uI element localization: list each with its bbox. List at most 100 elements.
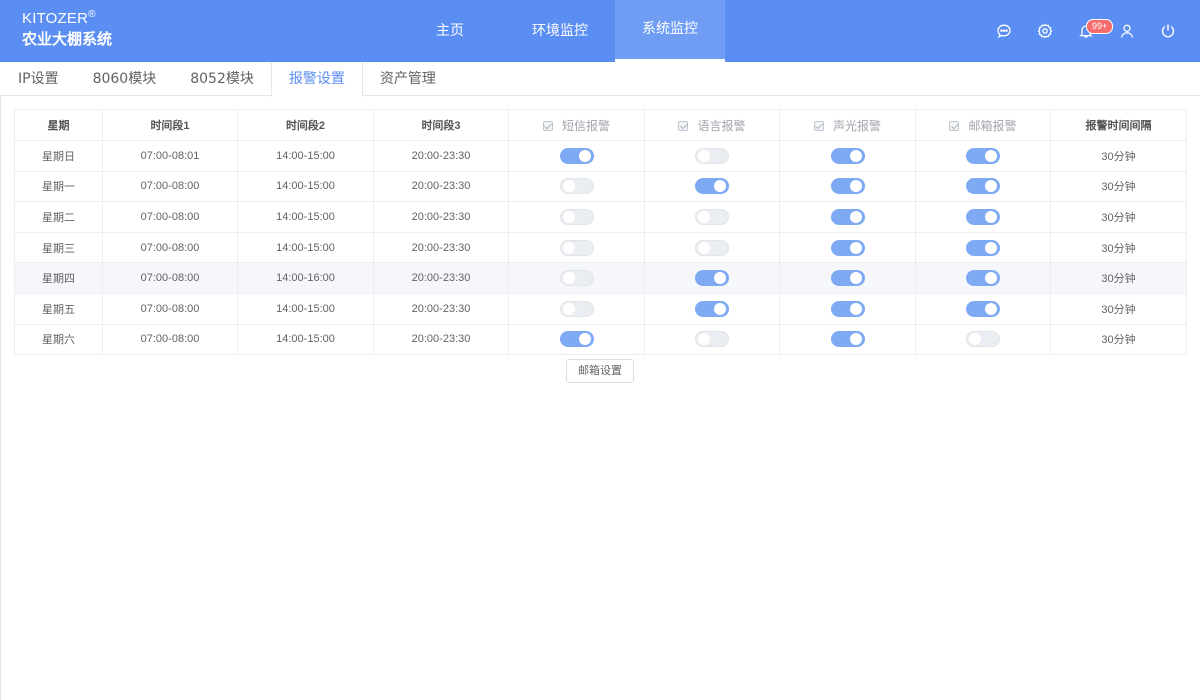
period3-cell: 20:00-23:30: [373, 292, 509, 325]
nav-item-2[interactable]: 系统监控: [615, 0, 725, 62]
day-cell: 星期五: [14, 292, 103, 325]
email-alarm-switch[interactable]: [966, 270, 1000, 287]
subtab-3[interactable]: 报警设置: [270, 62, 363, 97]
alarm-settings-table: 星期 时间段1 时间段2 时间段3 短信报警 语言报警 声光报警 邮箱报警 报警…: [14, 109, 1187, 356]
period1-cell: 07:00-08:00: [102, 292, 238, 325]
light-alarm-switch[interactable]: [830, 239, 865, 256]
checkbox-icon[interactable]: [813, 120, 824, 131]
table-row: 星期二 07:00-08:00 14:00-15:00 20:00-23:30 30分钟: [14, 201, 1187, 233]
period3-cell: 20:00-23:30: [373, 140, 509, 172]
period3-cell: 20:00-23:30: [373, 201, 509, 233]
table-row: 星期四 07:00-08:00 14:00-16:00 20:00-23:30 30分钟: [14, 262, 1187, 294]
content-left-border: [0, 96, 1, 700]
email-alarm-cell: [915, 231, 1051, 264]
subtab-1[interactable]: 8060模块: [76, 62, 174, 96]
voice-alarm-switch[interactable]: [695, 147, 729, 164]
subtab-0[interactable]: IP设置: [0, 62, 76, 96]
light-alarm-switch[interactable]: [830, 208, 865, 225]
sms-alarm-switch[interactable]: [559, 300, 594, 317]
table-row: 星期日 07:00-08:01 14:00-15:00 20:00-23:30 30分钟: [14, 140, 1187, 172]
voice-alarm-cell: [644, 323, 780, 356]
sms-alarm-cell: [508, 170, 645, 203]
header-voice[interactable]: 语言报警: [644, 109, 780, 141]
header-voice-label: 语言报警: [697, 118, 746, 133]
day-cell: 星期六: [14, 323, 103, 356]
sms-alarm-cell: [508, 262, 645, 294]
table-row: 星期一 07:00-08:00 14:00-15:00 20:00-23:30 30分钟: [14, 170, 1187, 203]
sms-alarm-switch[interactable]: [559, 147, 594, 164]
light-alarm-switch[interactable]: [830, 178, 865, 195]
table-row: 星期五 07:00-08:00 14:00-15:00 20:00-23:30 30分钟: [14, 292, 1187, 325]
email-settings-button[interactable]: 邮箱设置: [566, 359, 634, 383]
light-alarm-cell: [779, 292, 916, 325]
email-alarm-cell: [915, 292, 1051, 325]
day-cell: 星期一: [14, 170, 103, 203]
sub-tabs: IP设置 8060模块 8052模块 报警设置 资产管理: [0, 62, 1200, 97]
sms-alarm-cell: [508, 323, 645, 356]
light-alarm-cell: [779, 262, 916, 294]
light-alarm-switch[interactable]: [830, 147, 865, 164]
voice-alarm-switch[interactable]: [695, 178, 729, 195]
message-icon[interactable]: [983, 0, 1024, 62]
sms-alarm-switch[interactable]: [559, 270, 594, 287]
interval-cell: 30分钟: [1050, 323, 1187, 356]
light-alarm-cell: [779, 231, 916, 264]
sms-alarm-switch[interactable]: [559, 178, 594, 195]
email-alarm-switch[interactable]: [966, 178, 1000, 195]
voice-alarm-switch[interactable]: [695, 239, 729, 256]
email-alarm-switch[interactable]: [966, 300, 1000, 317]
email-alarm-cell: [915, 140, 1051, 172]
checkbox-icon[interactable]: [542, 120, 553, 131]
header-email[interactable]: 邮箱报警: [915, 109, 1051, 141]
interval-cell: 30分钟: [1050, 140, 1187, 172]
period3-cell: 20:00-23:30: [373, 262, 509, 294]
header-period1: 时间段1: [102, 109, 238, 141]
interval-cell: 30分钟: [1050, 292, 1187, 325]
email-alarm-switch[interactable]: [966, 239, 1000, 256]
period2-cell: 14:00-15:00: [237, 140, 374, 172]
nav-item-1[interactable]: 环境监控: [505, 0, 615, 62]
day-cell: 星期四: [14, 262, 103, 294]
period2-cell: 14:00-16:00: [237, 262, 374, 294]
header-interval: 报警时间间隔: [1050, 109, 1187, 141]
period2-cell: 14:00-15:00: [237, 292, 374, 325]
light-alarm-switch[interactable]: [830, 331, 865, 348]
light-alarm-cell: [779, 201, 916, 233]
nav-item-0[interactable]: 主页: [395, 0, 505, 62]
email-alarm-switch[interactable]: [966, 208, 1000, 225]
header-sms-label: 短信报警: [561, 118, 610, 133]
subtab-2[interactable]: 8052模块: [173, 62, 271, 96]
header-light[interactable]: 声光报警: [779, 109, 916, 141]
user-icon[interactable]: [1106, 0, 1147, 62]
period1-cell: 07:00-08:00: [102, 201, 238, 233]
checkbox-icon[interactable]: [678, 120, 689, 131]
period2-cell: 14:00-15:00: [237, 323, 374, 356]
email-alarm-switch[interactable]: [966, 147, 1000, 164]
email-alarm-switch[interactable]: [966, 331, 1000, 348]
voice-alarm-switch[interactable]: [695, 208, 729, 225]
power-icon[interactable]: [1147, 0, 1188, 62]
bell-icon[interactable]: 99+: [1065, 0, 1114, 62]
checkbox-icon[interactable]: [949, 120, 960, 131]
sms-alarm-cell: [508, 140, 645, 172]
email-alarm-cell: [915, 323, 1051, 356]
top-header: KITOZER® 农业大棚系统 主页 环境监控 系统监控 99+: [0, 0, 1200, 62]
header-sms[interactable]: 短信报警: [508, 109, 645, 141]
voice-alarm-switch[interactable]: [695, 270, 729, 287]
main-nav: 主页 环境监控 系统监控: [395, 0, 725, 62]
subtab-4[interactable]: 资产管理: [363, 62, 453, 96]
header-light-label: 声光报警: [832, 118, 881, 133]
interval-cell: 30分钟: [1050, 201, 1187, 233]
voice-alarm-switch[interactable]: [695, 331, 729, 348]
light-alarm-switch[interactable]: [830, 300, 865, 317]
gear-icon[interactable]: [1024, 0, 1065, 62]
voice-alarm-switch[interactable]: [695, 300, 729, 317]
light-alarm-switch[interactable]: [830, 270, 865, 287]
voice-alarm-cell: [644, 262, 780, 294]
sms-alarm-switch[interactable]: [559, 208, 594, 225]
header-email-label: 邮箱报警: [968, 118, 1017, 133]
period2-cell: 14:00-15:00: [237, 201, 374, 233]
day-cell: 星期二: [14, 201, 103, 233]
sms-alarm-switch[interactable]: [559, 239, 594, 256]
sms-alarm-switch[interactable]: [559, 331, 594, 348]
